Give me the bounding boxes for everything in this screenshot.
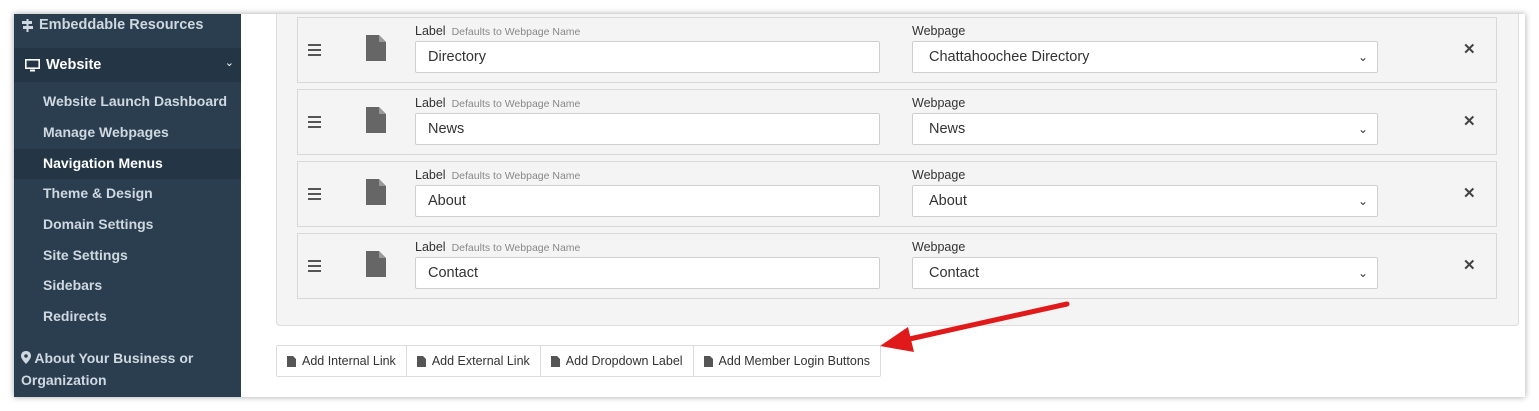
sidebar-item-label: Site Settings bbox=[43, 247, 128, 263]
remove-icon[interactable]: ✕ bbox=[1463, 184, 1476, 202]
add-link-toolbar: Add Internal Link Add External Link Add … bbox=[276, 345, 882, 377]
drag-handle-icon[interactable] bbox=[308, 44, 321, 59]
sidebar-item-manage-webpages[interactable]: Manage Webpages bbox=[14, 118, 241, 148]
add-dropdown-label-button[interactable]: Add Dropdown Label bbox=[540, 346, 694, 376]
sidebar-item-label: Theme & Design bbox=[43, 185, 153, 201]
file-icon bbox=[366, 251, 386, 277]
sidebar-item-label: Navigation Menus bbox=[43, 155, 163, 171]
webpage-select[interactable]: Contact ⌄ bbox=[912, 257, 1378, 289]
monitor-icon bbox=[25, 58, 40, 71]
label-input[interactable]: News bbox=[415, 113, 880, 145]
webpage-select[interactable]: News ⌄ bbox=[912, 113, 1378, 145]
sidebar-item-sidebars[interactable]: Sidebars bbox=[14, 271, 241, 301]
sidebar-item-label: Website bbox=[46, 57, 102, 73]
menu-item-row: Label Defaults to Webpage Name Contact We… bbox=[297, 233, 1497, 299]
map-marker-icon bbox=[21, 351, 31, 364]
add-member-login-buttons-button[interactable]: Add Member Login Buttons bbox=[693, 346, 881, 376]
sidebar-item-domain-settings[interactable]: Domain Settings bbox=[14, 210, 241, 240]
remove-icon[interactable]: ✕ bbox=[1463, 40, 1476, 58]
add-external-link-button[interactable]: Add External Link bbox=[406, 346, 541, 376]
sidebar-item-label: Redirects bbox=[43, 308, 107, 324]
sidebar-item-about-business[interactable]: About Your Business or Organization bbox=[21, 347, 231, 391]
sidebar-item-navigation-menus[interactable]: Navigation Menus bbox=[14, 149, 241, 179]
main-content: Label Defaults to Webpage Name Directory … bbox=[241, 14, 1525, 397]
sidebar-item-label: Sidebars bbox=[43, 277, 103, 293]
chevron-down-icon: ⌄ bbox=[224, 57, 234, 69]
webpage-field-label: Webpage bbox=[912, 168, 966, 182]
webpage-select[interactable]: About ⌄ bbox=[912, 185, 1378, 217]
file-icon bbox=[550, 355, 560, 367]
drag-handle-icon[interactable] bbox=[308, 188, 321, 203]
label-field-label: Label Defaults to Webpage Name bbox=[415, 168, 581, 182]
label-field-label: Label Defaults to Webpage Name bbox=[415, 96, 581, 110]
file-icon bbox=[287, 355, 296, 367]
label-input[interactable]: About bbox=[415, 185, 880, 217]
remove-icon[interactable]: ✕ bbox=[1463, 112, 1476, 130]
file-icon bbox=[366, 35, 386, 61]
sidebar-item-label: Website Launch Dashboard bbox=[43, 93, 228, 109]
sidebar-item-website-launch-dashboard[interactable]: Website Launch Dashboard bbox=[14, 87, 241, 117]
sidebar-item-website[interactable]: Website ⌄ bbox=[14, 48, 241, 82]
menu-item-row: Label Defaults to Webpage Name About Webp… bbox=[297, 161, 1497, 227]
webpage-field-label: Webpage bbox=[912, 24, 966, 38]
chevron-down-icon: ⌄ bbox=[1357, 122, 1368, 136]
webpage-select[interactable]: Chattahoochee Directory ⌄ bbox=[912, 41, 1378, 73]
drag-handle-icon[interactable] bbox=[308, 260, 321, 275]
sidebar-item-label: Manage Webpages bbox=[43, 124, 169, 140]
label-input[interactable]: Directory bbox=[415, 41, 880, 73]
file-icon bbox=[366, 107, 386, 133]
signpost-icon bbox=[22, 18, 33, 32]
sidebar-item-label: Embeddable Resources bbox=[39, 17, 204, 33]
chevron-down-icon: ⌄ bbox=[1357, 194, 1368, 208]
menu-item-row: Label Defaults to Webpage Name Directory … bbox=[297, 17, 1497, 83]
remove-icon[interactable]: ✕ bbox=[1463, 256, 1476, 274]
file-icon bbox=[416, 355, 426, 367]
webpage-field-label: Webpage bbox=[912, 96, 966, 110]
file-icon bbox=[703, 355, 713, 367]
label-field-label: Label Defaults to Webpage Name bbox=[415, 240, 581, 254]
label-field-label: Label Defaults to Webpage Name bbox=[415, 24, 581, 38]
sidebar: Embeddable Resources Website ⌄ Website L… bbox=[14, 14, 241, 397]
sidebar-item-theme-design[interactable]: Theme & Design bbox=[14, 179, 241, 209]
label-input[interactable]: Contact bbox=[415, 257, 880, 289]
sidebar-item-site-settings[interactable]: Site Settings bbox=[14, 241, 241, 271]
drag-handle-icon[interactable] bbox=[308, 116, 321, 131]
sidebar-item-embeddable-resources[interactable]: Embeddable Resources bbox=[21, 17, 203, 33]
app-window: Embeddable Resources Website ⌄ Website L… bbox=[14, 14, 1525, 397]
add-internal-link-button[interactable]: Add Internal Link bbox=[277, 346, 407, 376]
menu-item-row: Label Defaults to Webpage Name News Webpa… bbox=[297, 89, 1497, 155]
chevron-down-icon: ⌄ bbox=[1357, 266, 1368, 280]
file-icon bbox=[366, 179, 386, 205]
webpage-field-label: Webpage bbox=[912, 240, 966, 254]
sidebar-item-label: Domain Settings bbox=[43, 216, 154, 232]
sidebar-item-redirects[interactable]: Redirects bbox=[14, 302, 241, 332]
chevron-down-icon: ⌄ bbox=[1357, 50, 1368, 64]
sidebar-item-label: About Your Business or Organization bbox=[21, 350, 194, 388]
